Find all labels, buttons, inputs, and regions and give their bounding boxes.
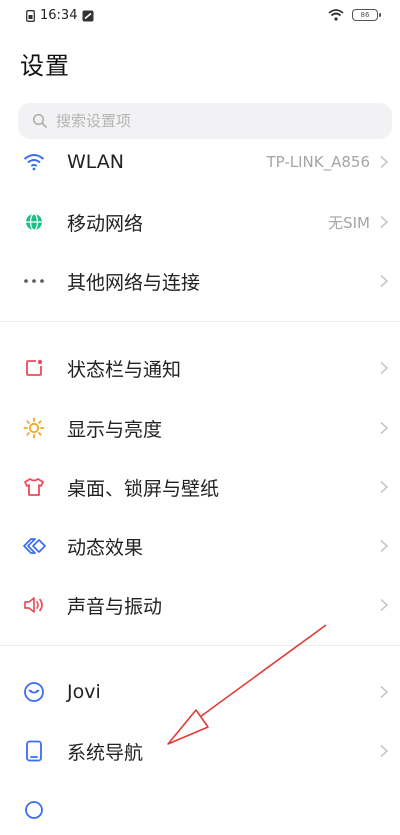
status-bar-left: 16:34	[26, 8, 94, 23]
status-bar-right: 86	[328, 9, 381, 21]
settings-item-label: 系统导航	[67, 741, 144, 764]
page-title: 设置	[20, 52, 70, 80]
globe-icon	[22, 210, 46, 234]
phone-icon	[22, 739, 46, 763]
chevron-right-icon	[380, 215, 389, 229]
settings-item-value: 无SIM	[328, 213, 370, 232]
settings-item-wlan[interactable]: WLAN TP-LINK_A856	[0, 137, 400, 187]
search-input[interactable]	[54, 111, 358, 131]
settings-item-system-navigation[interactable]: 系统导航	[0, 726, 400, 776]
chevron-right-icon	[380, 155, 389, 169]
status-bar-icon	[22, 356, 46, 380]
battery-level: 86	[360, 11, 370, 19]
settings-item-wallpaper[interactable]: 桌面、锁屏与壁纸	[0, 462, 400, 512]
settings-item-label: 移动网络	[67, 212, 144, 235]
status-bar: 16:34 86	[0, 0, 400, 34]
speaker-icon	[22, 593, 46, 617]
shirt-icon	[22, 475, 46, 499]
chevron-right-icon	[380, 480, 389, 494]
battery-icon: 86	[352, 9, 381, 21]
more-icon	[22, 269, 46, 293]
settings-item-status-bar[interactable]: 状态栏与通知	[0, 343, 400, 393]
settings-item-label: 动态效果	[67, 536, 144, 559]
sim-icon	[26, 9, 35, 22]
chevron-right-icon	[380, 361, 389, 375]
chevron-right-icon	[380, 598, 389, 612]
sun-icon	[22, 416, 46, 440]
settings-item-label: WLAN	[67, 151, 125, 173]
settings-item-mobile-network[interactable]: 移动网络 无SIM	[0, 197, 400, 247]
search-bar[interactable]	[18, 103, 392, 139]
chevron-right-icon	[380, 274, 389, 288]
wifi-icon	[22, 150, 46, 174]
settings-item-label: 状态栏与通知	[67, 358, 182, 381]
settings-item-animation[interactable]: 动态效果	[0, 521, 400, 571]
wifi-status-icon	[328, 9, 344, 21]
settings-item-jovi[interactable]: Jovi	[0, 667, 400, 717]
notification-icon	[82, 10, 94, 21]
settings-item-label: 桌面、锁屏与壁纸	[67, 477, 220, 500]
settings-item-other-networks[interactable]: 其他网络与连接	[0, 256, 400, 306]
settings-item-sound[interactable]: 声音与振动	[0, 580, 400, 630]
chevron-right-icon	[380, 685, 389, 699]
settings-item-label: 显示与亮度	[67, 418, 163, 441]
settings-item-display[interactable]: 显示与亮度	[0, 403, 400, 453]
jovi-icon	[22, 680, 46, 704]
chevron-right-icon	[380, 421, 389, 435]
status-time: 16:34	[40, 8, 78, 23]
chevron-right-icon	[380, 744, 389, 758]
chevron-right-icon	[380, 539, 389, 553]
search-icon	[32, 113, 47, 128]
section-divider	[0, 321, 400, 322]
settings-item-label: 声音与振动	[67, 595, 163, 618]
settings-item-partial[interactable]	[0, 785, 400, 835]
fingerprint-icon	[22, 798, 46, 822]
settings-item-value: TP-LINK_A856	[266, 153, 370, 171]
diamond-icon	[22, 534, 46, 558]
section-divider	[0, 645, 400, 646]
settings-item-label: 其他网络与连接	[67, 271, 201, 294]
settings-item-label: Jovi	[67, 681, 101, 703]
